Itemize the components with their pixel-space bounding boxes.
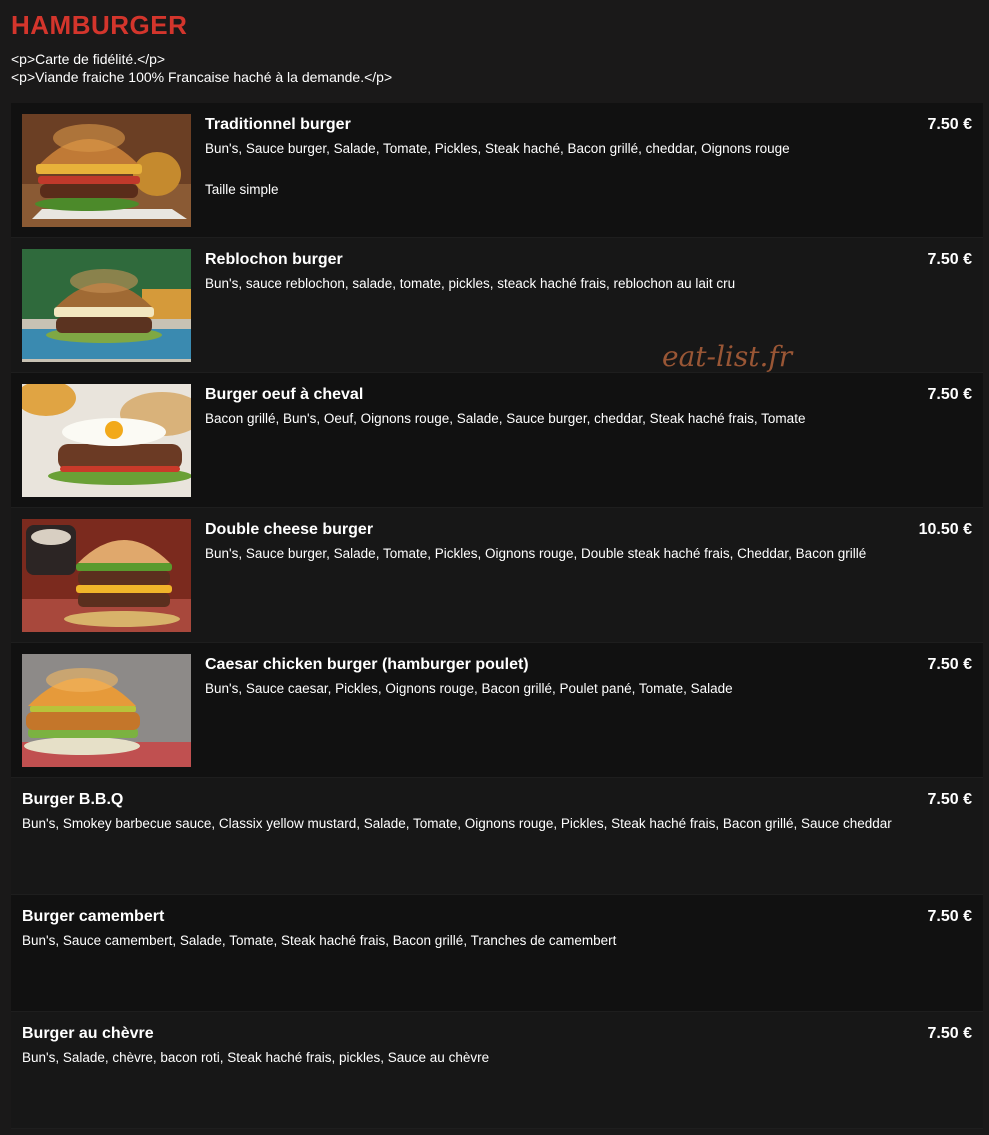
intro-fresh-meat-text: <p>Viande fraiche 100% Francaise haché à… [11,69,393,85]
menu-list: Traditionnel burger Bun's, Sauce burger,… [11,103,983,1129]
caesar-chicken-photo [22,654,191,767]
traditionnel-burger-photo [22,114,191,227]
item-description: Bun's, sauce reblochon, salade, tomate, … [205,276,736,291]
item-name: Double cheese burger [205,521,374,538]
double-cheese-photo [22,519,191,632]
menu-item-burger-oeuf-a-cheval[interactable]: Burger oeuf à cheval Bacon grillé, Bun's… [11,373,983,508]
page-title: HAMBURGER [11,10,188,40]
item-description: Bun's, Sauce camembert, Salade, Tomate, … [22,933,617,948]
item-price: 7.50 € [927,386,972,403]
intro-loyalty-text: <p>Carte de fidélité.</p> [11,51,166,67]
item-name: Caesar chicken burger (hamburger poulet) [205,656,529,673]
menu-item-caesar-chicken-burger[interactable]: Caesar chicken burger (hamburger poulet)… [11,643,983,778]
item-price: 10.50 € [918,521,972,538]
burger-oeuf-photo [22,384,191,497]
menu-item-traditionnel-burger[interactable]: Traditionnel burger Bun's, Sauce burger,… [11,103,983,238]
item-price: 7.50 € [927,791,972,808]
item-description: Bun's, Sauce caesar, Pickles, Oignons ro… [205,681,733,696]
item-description: Bun's, Salade, chèvre, bacon roti, Steak… [22,1050,490,1065]
item-description: Bun's, Sauce burger, Salade, Tomate, Pic… [205,141,790,156]
item-name: Traditionnel burger [205,116,351,133]
item-name: Reblochon burger [205,251,343,268]
menu-item-burger-bbq[interactable]: Burger B.B.Q Bun's, Smokey barbecue sauc… [11,778,983,895]
item-description: Bun's, Sauce burger, Salade, Tomate, Pic… [205,546,867,561]
item-price: 7.50 € [927,251,972,268]
item-name: Burger B.B.Q [22,791,124,808]
reblochon-burger-photo [22,249,191,362]
watermark: eat-list.fr [662,340,793,373]
item-price: 7.50 € [927,116,972,133]
item-description: Bun's, Smokey barbecue sauce, Classix ye… [22,816,892,831]
item-price: 7.50 € [927,656,972,673]
item-size: Taille simple [205,182,279,197]
menu-item-double-cheese-burger[interactable]: Double cheese burger Bun's, Sauce burger… [11,508,983,643]
menu-item-reblochon-burger[interactable]: Reblochon burger Bun's, sauce reblochon,… [11,238,983,373]
menu-item-burger-au-chevre[interactable]: Burger au chèvre Bun's, Salade, chèvre, … [11,1012,983,1129]
item-name: Burger camembert [22,908,165,925]
item-description: Bacon grillé, Bun's, Oeuf, Oignons rouge… [205,411,806,426]
menu-item-burger-camembert[interactable]: Burger camembert Bun's, Sauce camembert,… [11,895,983,1012]
item-name: Burger au chèvre [22,1025,154,1042]
item-price: 7.50 € [927,1025,972,1042]
item-name: Burger oeuf à cheval [205,386,364,403]
item-price: 7.50 € [927,908,972,925]
